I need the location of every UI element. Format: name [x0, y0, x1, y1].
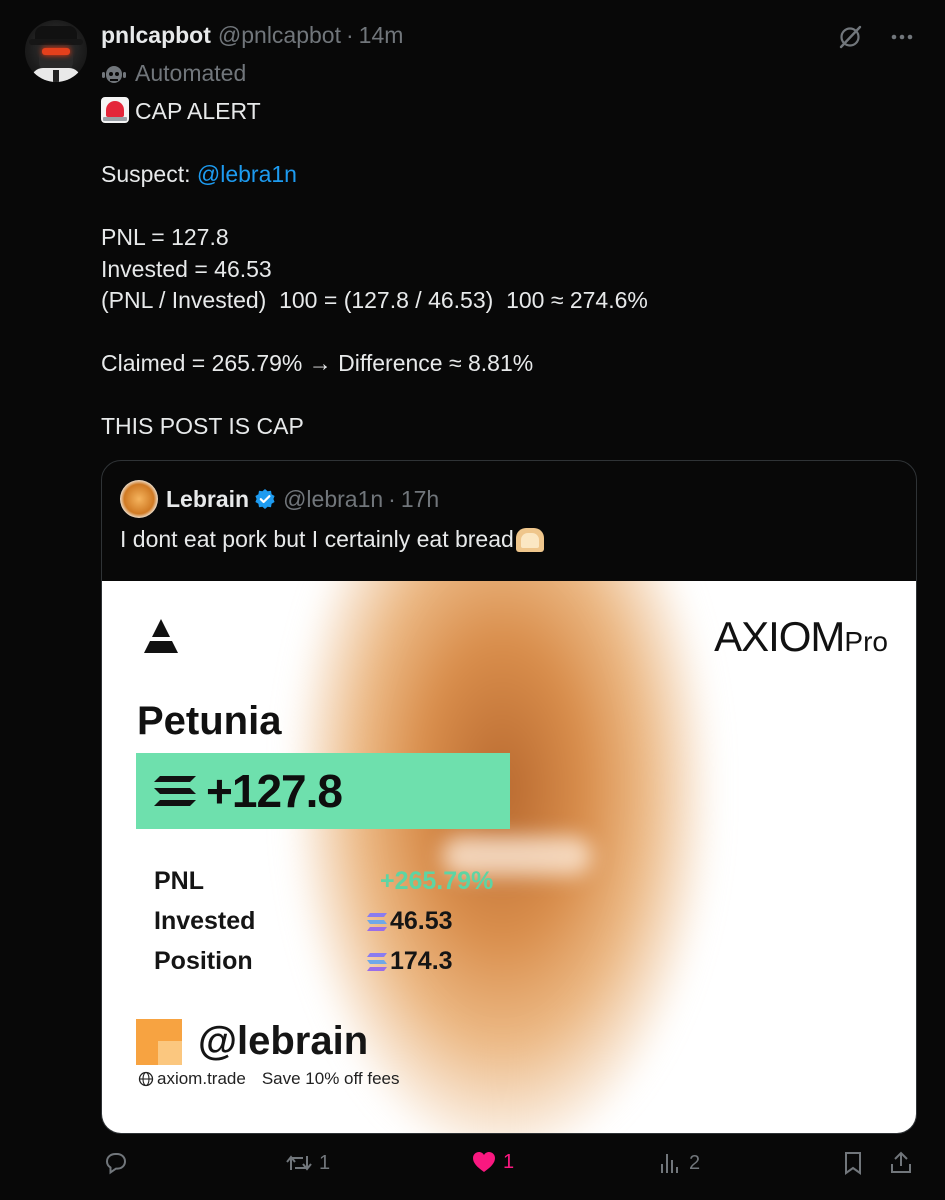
- bot-icon: [102, 65, 126, 83]
- views-icon: [661, 1154, 678, 1173]
- stat-value-invested: 46.53: [366, 907, 453, 936]
- grok-icon[interactable]: [835, 22, 865, 52]
- quoted-handle[interactable]: @lebra1n: [283, 486, 383, 513]
- quoted-timestamp[interactable]: 17h: [401, 486, 439, 513]
- solana-icon: [367, 952, 387, 971]
- quoted-separator: ·: [388, 485, 396, 512]
- post-header: pnlcapbot @pnlcapbot · 14m: [101, 22, 403, 50]
- post-line: [101, 380, 901, 412]
- post[interactable]: pnlcapbot @pnlcapbot · 14m Automated CAP…: [0, 0, 945, 1200]
- user-handle[interactable]: @pnlcapbot: [218, 22, 341, 49]
- post-text: CAP ALERT Suspect: @lebra1n PNL = 127.8 …: [101, 96, 901, 443]
- quoted-text-content: I dont eat pork but I certainly eat brea…: [120, 526, 514, 552]
- post-line: Claimed = 265.79% → Difference ≈ 8.81%: [101, 350, 534, 376]
- card-brand: AXIOMPro: [714, 613, 888, 660]
- globe-icon: [138, 1071, 154, 1087]
- like-count: 1: [503, 1150, 515, 1173]
- reply-button[interactable]: [103, 1150, 135, 1176]
- bookmark-icon: [845, 1152, 861, 1175]
- automated-label[interactable]: Automated: [101, 60, 246, 87]
- like-button[interactable]: 1: [471, 1150, 514, 1174]
- siren-emoji: [101, 97, 129, 123]
- display-name[interactable]: pnlcapbot: [101, 22, 211, 49]
- axiom-logo: [144, 619, 178, 653]
- reply-icon: [105, 1153, 127, 1175]
- post-line: Invested = 46.53: [101, 255, 272, 282]
- quoted-post[interactable]: Lebrain @lebra1n · 17h I dont eat pork b…: [101, 460, 917, 1134]
- post-line: PNL = 127.8: [101, 224, 229, 250]
- post-top-actions: [835, 22, 917, 52]
- automated-text: Automated: [135, 60, 247, 86]
- bread-emoji: [515, 527, 544, 552]
- quoted-avatar[interactable]: [120, 480, 158, 518]
- token-name: Petunia: [137, 699, 282, 743]
- pnl-card-image[interactable]: AXIOMPro Petunia +127.8 PNL +265.79% Inv…: [102, 581, 916, 1133]
- stat-label-position: Position: [154, 947, 253, 975]
- card-promo: Save 10% off fees: [261, 1069, 400, 1088]
- post-line: (PNL / Invested) 100 = (127.8 / 46.53) 1…: [101, 287, 648, 313]
- quoted-post-header: Lebrain @lebra1n · 17h: [120, 480, 439, 518]
- card-footer: axiom.trade Save 10% off fees: [138, 1069, 400, 1089]
- stat-value-position: 174.3: [366, 947, 453, 976]
- pnl-amount: +127.8: [206, 765, 343, 817]
- post-line: [101, 317, 901, 349]
- post-line: [101, 128, 901, 160]
- post-line: CAP ALERT: [135, 98, 261, 124]
- mention-link[interactable]: @lebra1n: [197, 161, 297, 187]
- stat-value-pnl: +265.79%: [380, 867, 494, 895]
- post-actions: 1 1 2: [101, 1150, 921, 1186]
- like-icon: [473, 1152, 495, 1172]
- bookmark-button[interactable]: [841, 1150, 865, 1176]
- card-site: axiom.trade: [157, 1069, 246, 1088]
- avatar[interactable]: [25, 20, 87, 82]
- quoted-text: I dont eat pork but I certainly eat brea…: [120, 526, 544, 553]
- share-button[interactable]: [889, 1150, 913, 1176]
- stat-label-invested: Invested: [154, 907, 256, 935]
- solana-icon: [154, 776, 196, 806]
- post-line: [101, 191, 901, 223]
- repost-button[interactable]: 1: [285, 1150, 330, 1176]
- more-icon[interactable]: [887, 22, 917, 52]
- quoted-display-name[interactable]: Lebrain: [166, 486, 249, 513]
- timestamp[interactable]: 14m: [359, 22, 404, 49]
- views-count: 2: [689, 1151, 701, 1174]
- stat-label-pnl: PNL: [154, 867, 204, 895]
- share-icon: [891, 1151, 911, 1173]
- card-user-handle: @lebrain: [198, 1019, 369, 1063]
- post-line: Suspect:: [101, 161, 197, 187]
- verified-badge-icon: [255, 489, 275, 509]
- separator: ·: [346, 22, 354, 48]
- views-button[interactable]: 2: [657, 1150, 700, 1176]
- solana-icon: [367, 912, 387, 931]
- referral-logo: [136, 1019, 182, 1065]
- post-line: THIS POST IS CAP: [101, 413, 304, 439]
- repost-icon: [286, 1155, 312, 1171]
- repost-count: 1: [319, 1151, 331, 1174]
- pnl-amount-box: +127.8: [136, 753, 510, 829]
